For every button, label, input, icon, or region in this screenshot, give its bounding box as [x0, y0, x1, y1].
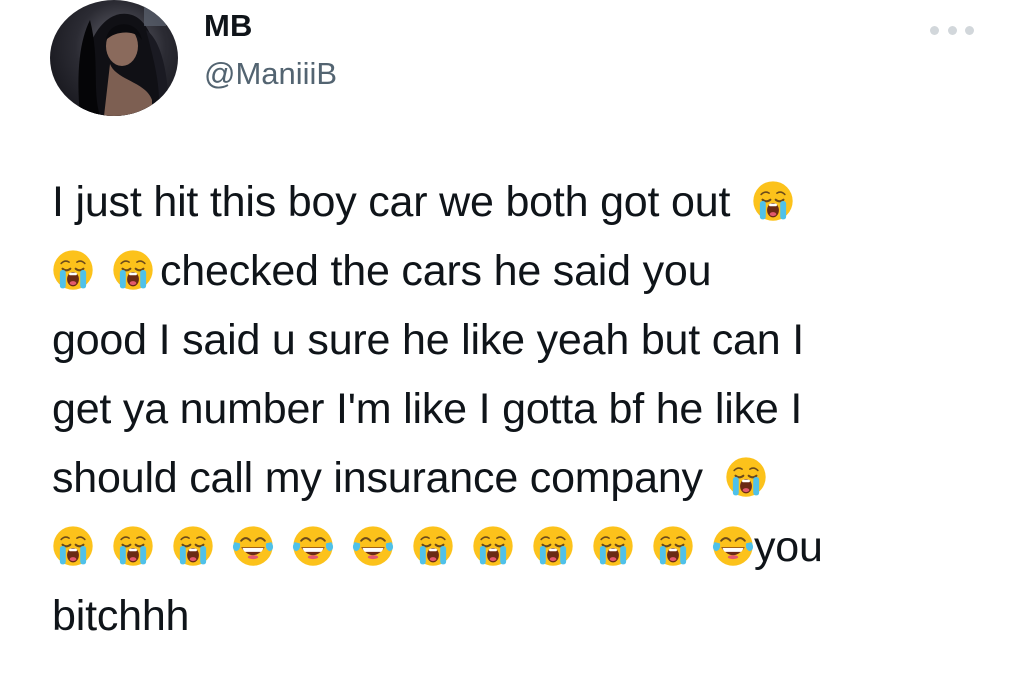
loudly-crying-face-icon	[752, 180, 794, 222]
tweet-text-segment: I just hit this boy car we both got out	[52, 178, 731, 226]
tweet-text-segment: good I said u sure he like yeah but can …	[52, 316, 804, 364]
tweet-line: I just hit this boy car we both got out	[52, 168, 992, 237]
loudly-crying-face-icon	[52, 525, 94, 567]
profile-photo-icon	[78, 6, 169, 116]
display-name[interactable]: MB	[204, 8, 253, 44]
loudly-crying-face-icon	[472, 525, 514, 567]
dot	[930, 25, 939, 35]
loudly-crying-face-icon	[412, 525, 454, 567]
more-options-icon[interactable]	[930, 18, 974, 42]
tweet-line: should call my insurance company	[52, 444, 992, 513]
loudly-crying-face-icon	[172, 525, 214, 567]
tweet-text-segment: get ya number I'm like I gotta bf he lik…	[52, 385, 803, 433]
face-with-tears-of-joy-icon	[712, 525, 754, 567]
tweet-line: you	[52, 513, 992, 582]
tweet-card: MB @ManiiiB I just hit this boy car we b…	[0, 0, 1024, 691]
tweet-text-segment: should call my insurance company	[52, 454, 703, 502]
tweet-line: checked the cars he said you	[52, 237, 992, 306]
tweet-line: get ya number I'm like I gotta bf he lik…	[52, 375, 992, 444]
face-with-tears-of-joy-icon	[292, 525, 334, 567]
dot	[947, 25, 957, 35]
tweet-text: I just hit this boy car we both got out …	[52, 168, 992, 651]
loudly-crying-face-icon	[52, 249, 94, 291]
tweet-text-segment: bitchhh	[52, 592, 190, 640]
user-handle[interactable]: @ManiiiB	[204, 56, 337, 92]
face-with-tears-of-joy-icon	[232, 525, 274, 567]
avatar[interactable]	[50, 0, 178, 116]
dot	[965, 25, 974, 35]
loudly-crying-face-icon	[592, 525, 634, 567]
tweet-text-segment: checked the cars he said you	[160, 247, 712, 295]
loudly-crying-face-icon	[112, 525, 154, 567]
loudly-crying-face-icon	[652, 525, 694, 567]
loudly-crying-face-icon	[725, 456, 767, 498]
tweet-line: bitchhh	[52, 582, 992, 651]
face-with-tears-of-joy-icon	[352, 525, 394, 567]
loudly-crying-face-icon	[112, 249, 154, 291]
loudly-crying-face-icon	[532, 525, 574, 567]
tweet-line: good I said u sure he like yeah but can …	[52, 306, 992, 375]
tweet-text-segment: you	[754, 523, 823, 571]
